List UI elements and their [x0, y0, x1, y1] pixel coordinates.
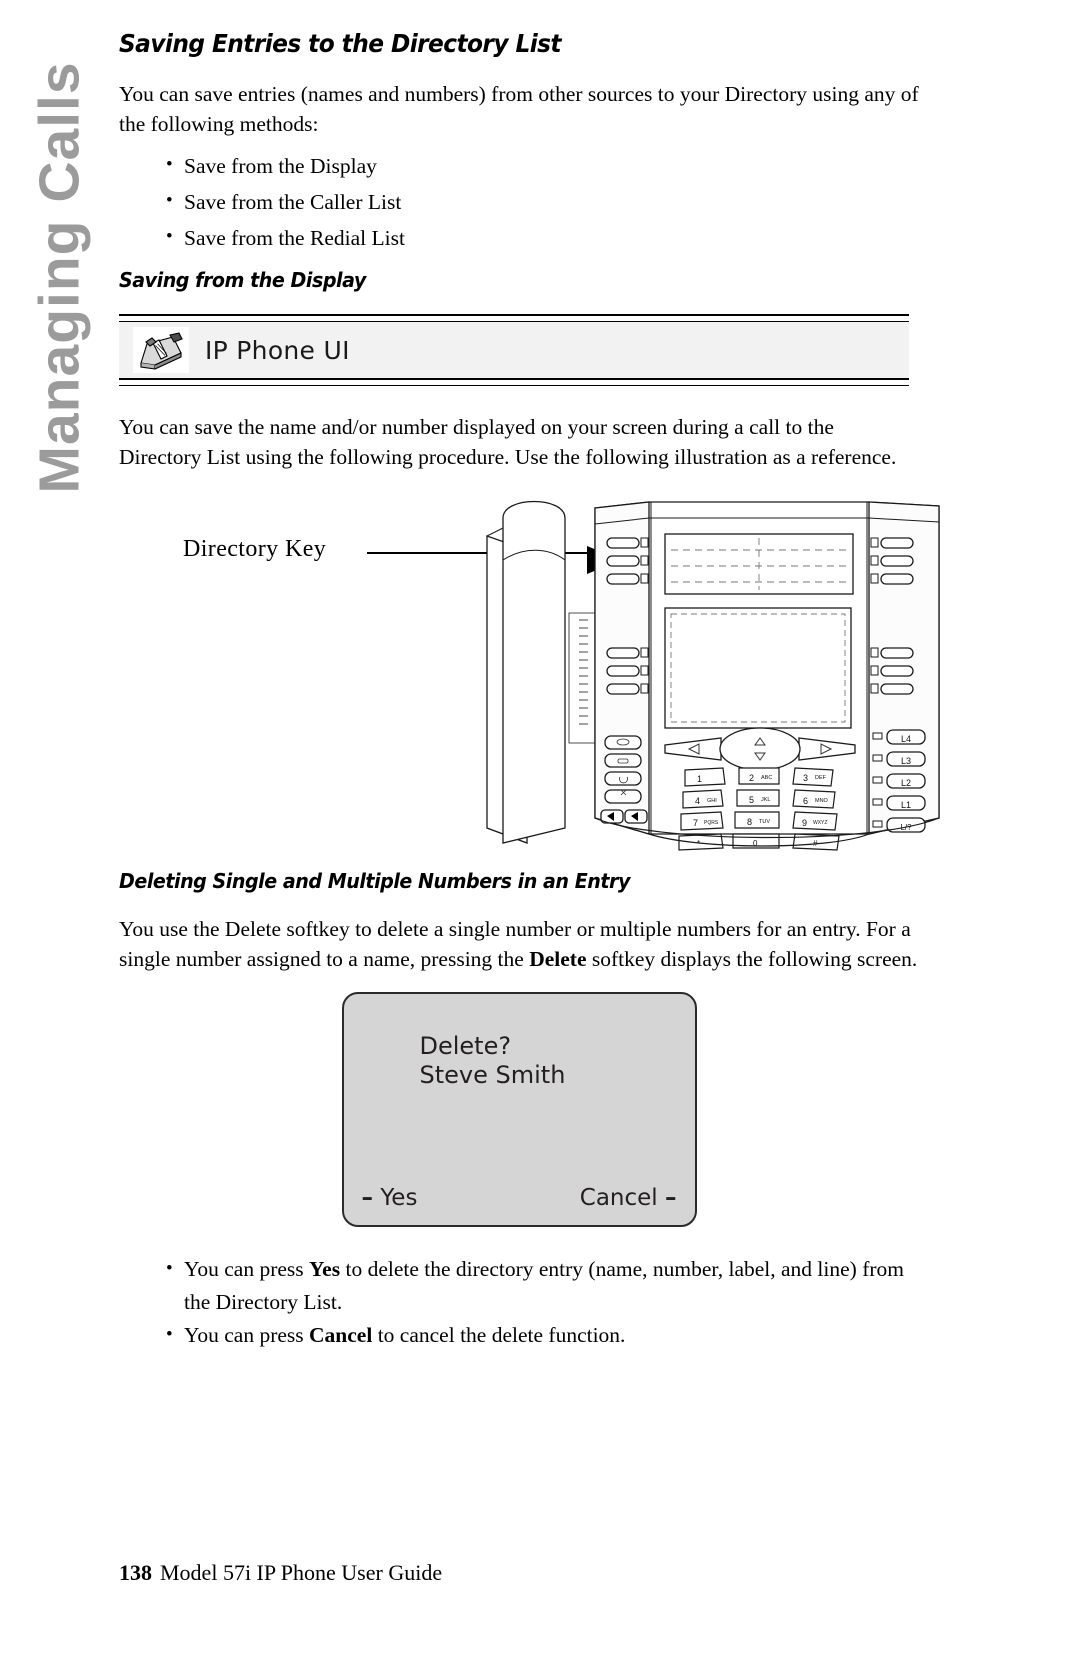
bullet-1-bold: Yes — [309, 1256, 341, 1281]
svg-text:0: 0 — [753, 839, 758, 848]
svg-text:L1: L1 — [901, 800, 911, 810]
methods-list: Save from the Display Save from the Call… — [119, 150, 919, 253]
svg-text:MNO: MNO — [815, 798, 829, 804]
phone-illustration: Directory Key 1 2 ABC 3 DEF 4 GHI 5 JKL … — [119, 498, 940, 858]
softkey-left-dash-icon: – — [361, 1184, 374, 1211]
procedure-paragraph: You can save the name and/or number disp… — [119, 415, 897, 470]
svg-text:2: 2 — [749, 773, 754, 783]
svg-text:1: 1 — [697, 774, 702, 784]
footer-page-number: 138 — [119, 1560, 152, 1585]
bullet-1-part1: You can press — [184, 1256, 310, 1281]
result-bullets-list: You can press Yes to delete the director… — [119, 1252, 919, 1352]
svg-text:5: 5 — [749, 795, 754, 805]
svg-text:7: 7 — [693, 818, 698, 828]
softkey-yes-label: Yes — [380, 1184, 418, 1211]
list-item: Save from the Caller List — [119, 186, 919, 217]
chapter-tab: Managing Calls — [0, 0, 112, 520]
svg-text:L4: L4 — [901, 734, 911, 744]
svg-text:3: 3 — [803, 773, 808, 783]
svg-text:DEF: DEF — [815, 775, 827, 781]
bullet-2-part2: to cancel the delete function. — [372, 1322, 626, 1347]
deleting-paragraph: You use the Delete softkey to delete a s… — [119, 914, 919, 974]
softkey-cancel-label: Cancel — [579, 1184, 658, 1211]
delete-softkey-bold: Delete — [529, 946, 587, 971]
softkey-right-dash-icon: – — [665, 1184, 677, 1211]
ip-phone-icon — [133, 327, 189, 374]
deleting-subsection-title: Deleting Single and Multiple Numbers in … — [119, 869, 630, 894]
page-footer: 138 Model 57i IP Phone User Guide — [119, 1560, 442, 1586]
svg-text:PQRS: PQRS — [704, 820, 719, 826]
svg-text:9: 9 — [802, 818, 807, 828]
ip-phone-drawing: 1 2 ABC 3 DEF 4 GHI 5 JKL 6 MNO 7 PQRS 8 TUV 9W… — [486, 501, 940, 851]
softkey-yes[interactable]: – Yes — [362, 1185, 418, 1211]
page-title: Saving Entries to the Directory List — [119, 29, 562, 58]
svg-text:WXYZ: WXYZ — [813, 820, 827, 826]
delete-confirmation-screen: Delete? Steve Smith – Yes Cancel – — [341, 991, 697, 1227]
bullet-2-bold: Cancel — [309, 1322, 373, 1347]
section-intro-paragraph: You can save entries (names and numbers)… — [119, 81, 919, 136]
svg-text:8: 8 — [747, 817, 752, 827]
svg-text:4: 4 — [695, 796, 700, 806]
directory-key-callout-label: Directory Key — [183, 536, 327, 563]
lcd-screen-wrapper: Delete? Steve Smith – Yes Cancel – — [119, 991, 919, 1227]
svg-text:L3: L3 — [901, 756, 911, 766]
lcd-entry-name: Steve Smith — [419, 1060, 566, 1089]
svg-text:6: 6 — [803, 796, 808, 806]
banner-rule-top — [119, 314, 909, 323]
svg-text:JKL: JKL — [761, 797, 770, 803]
banner-rule-bottom — [119, 378, 909, 387]
lcd-prompt-line: Delete? — [419, 1031, 512, 1060]
ip-phone-ui-label: IP Phone UI — [205, 335, 350, 365]
list-item: You can press Cancel to cancel the delet… — [119, 1318, 919, 1352]
list-item: Save from the Redial List — [119, 222, 919, 253]
chapter-tab-label: Managing Calls — [27, 61, 92, 494]
svg-text:TUV: TUV — [759, 819, 770, 825]
deleting-paragraph-part2: softkey displays the following screen. — [586, 946, 918, 971]
softkey-cancel[interactable]: Cancel – — [580, 1185, 677, 1211]
subsection-title: Saving from the Display — [119, 267, 366, 292]
svg-text:ABC: ABC — [761, 775, 772, 781]
svg-text:GHI: GHI — [707, 798, 717, 804]
list-item: Save from the Display — [119, 150, 919, 181]
svg-text:L2: L2 — [901, 778, 911, 788]
page-content: Saving Entries to the Directory List You… — [119, 0, 940, 1352]
ip-phone-ui-banner: IP Phone UI — [119, 314, 909, 387]
bullet-2-part1: You can press — [184, 1322, 310, 1347]
footer-document-title: Model 57i IP Phone User Guide — [160, 1560, 443, 1585]
list-item: You can press Yes to delete the director… — [119, 1252, 919, 1319]
